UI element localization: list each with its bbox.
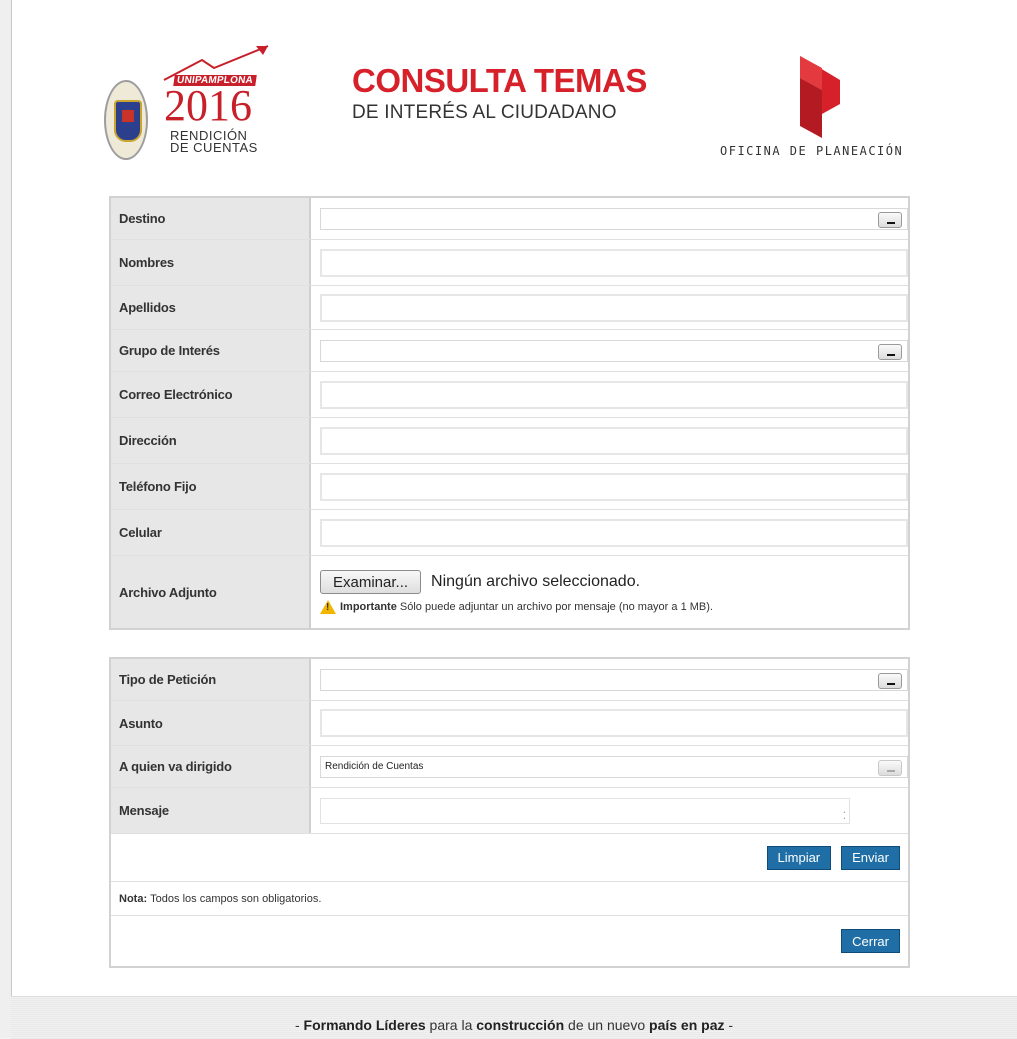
planeacion-logo: OFICINA DE PLANEACIÓN: [712, 50, 912, 170]
archivo-label: Archivo Adjunto: [111, 556, 311, 628]
grupo-label: Grupo de Interés: [111, 330, 311, 371]
row-nombres: Nombres: [111, 240, 908, 286]
slogan-part: -: [294, 1017, 304, 1033]
row-cerrar: Cerrar: [111, 916, 908, 966]
nota-text: Todos los campos son obligatorios.: [150, 892, 322, 905]
unipamplona-logo: UNIPAMPLONA 2016 RENDICIÓN DE CUENTAS: [104, 42, 274, 164]
row-destino: Destino: [111, 198, 908, 240]
chevron-down-icon[interactable]: [878, 759, 902, 776]
page-title: CONSULTA TEMAS: [352, 62, 647, 99]
row-actions: Limpiar Enviar: [111, 834, 908, 882]
nombres-label: Nombres: [111, 240, 311, 285]
examinar-button[interactable]: Examinar...: [320, 570, 422, 594]
apellidos-input[interactable]: [320, 293, 908, 322]
chevron-down-icon[interactable]: [878, 211, 902, 228]
attachment-warning: ! Importante Sólo puede adjuntar un arch…: [320, 600, 713, 614]
request-form: Tipo de Petición Asunto A quien va dirig…: [109, 657, 910, 968]
slogan-part: de un nuevo: [564, 1017, 650, 1033]
cerrar-button[interactable]: Cerrar: [841, 929, 900, 953]
warning-text: Sólo puede adjuntar un archivo por mensa…: [399, 601, 713, 613]
uni-sub-line2: DE CUENTAS: [170, 140, 258, 155]
celular-label: Celular: [111, 510, 311, 555]
uni-subtitle: RENDICIÓN DE CUENTAS: [170, 129, 258, 155]
direccion-input[interactable]: [320, 426, 908, 455]
footer-slogan: - Formando Líderes para la construcción …: [11, 1017, 1017, 1033]
row-dirigido: A quien va dirigido Rendición de Cuentas: [111, 746, 908, 788]
slogan-part: -: [724, 1017, 734, 1033]
dirigido-select[interactable]: Rendición de Cuentas: [320, 755, 908, 778]
slogan-bold: Formando Líderes: [303, 1017, 426, 1033]
row-direccion: Dirección: [111, 418, 908, 464]
chevron-down-icon[interactable]: [878, 343, 902, 360]
row-celular: Celular: [111, 510, 908, 556]
row-nota: Nota: Todos los campos son obligatorios.: [111, 882, 908, 916]
row-archivo: Archivo Adjunto Examinar... Ningún archi…: [111, 556, 908, 628]
uni-year: 2016: [164, 81, 252, 130]
row-apellidos: Apellidos: [111, 286, 908, 330]
nombres-input[interactable]: [320, 248, 908, 277]
mensaje-label: Mensaje: [111, 788, 311, 833]
warning-icon: !: [320, 600, 336, 614]
chevron-down-icon[interactable]: [878, 672, 902, 689]
slogan-bold: construcción: [476, 1017, 565, 1033]
page-subtitle: DE INTERÉS AL CIUDADANO: [352, 102, 617, 123]
slogan-bold: país en paz: [649, 1017, 725, 1033]
row-grupo: Grupo de Interés: [111, 330, 908, 372]
tipo-select[interactable]: [320, 668, 908, 691]
row-asunto: Asunto: [111, 701, 908, 746]
warning-bold: Importante: [340, 601, 397, 613]
university-seal-icon: [104, 80, 148, 160]
asunto-label: Asunto: [111, 701, 311, 745]
office-name: OFICINA DE PLANEACIÓN: [720, 144, 904, 158]
row-tipo: Tipo de Petición: [111, 659, 908, 701]
footer: - Formando Líderes para la construcción …: [11, 996, 1017, 1039]
row-correo: Correo Electrónico: [111, 372, 908, 418]
dirigido-value: Rendición de Cuentas: [325, 761, 424, 772]
apellidos-label: Apellidos: [111, 286, 311, 329]
asunto-input[interactable]: [320, 709, 908, 737]
mensaje-textarea[interactable]: [320, 797, 850, 824]
nota-bold: Nota:: [119, 892, 148, 905]
row-mensaje: Mensaje: [111, 788, 908, 834]
enviar-button[interactable]: Enviar: [841, 845, 900, 870]
limpiar-button[interactable]: Limpiar: [766, 845, 832, 870]
dirigido-label: A quien va dirigido: [111, 746, 311, 787]
correo-label: Correo Electrónico: [111, 372, 311, 417]
direccion-label: Dirección: [111, 418, 311, 463]
page-title-block: CONSULTA TEMAS DE INTERÉS AL CIUDADANO: [352, 63, 647, 125]
destino-select[interactable]: [320, 207, 908, 230]
correo-input[interactable]: [320, 380, 908, 409]
telefono-label: Teléfono Fijo: [111, 464, 311, 509]
celular-input[interactable]: [320, 518, 908, 547]
tipo-label: Tipo de Petición: [111, 659, 311, 700]
row-telefono: Teléfono Fijo: [111, 464, 908, 510]
contact-form: Destino Nombres Apellidos Grupo de Inter…: [109, 196, 910, 630]
file-status: Ningún archivo seleccionado.: [431, 573, 641, 590]
telefono-input[interactable]: [320, 472, 908, 501]
destino-label: Destino: [111, 198, 311, 239]
planeacion-p-icon: [800, 56, 840, 138]
slogan-part: para la: [425, 1017, 477, 1033]
nota: Nota: Todos los campos son obligatorios.: [111, 882, 908, 915]
grupo-select[interactable]: [320, 339, 908, 362]
